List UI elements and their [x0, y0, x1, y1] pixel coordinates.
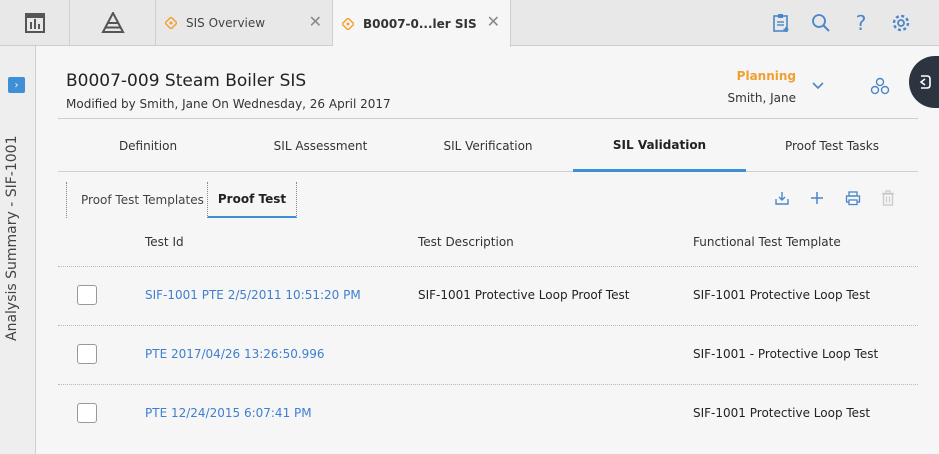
functional-test-template: SIF-1001 Protective Loop Test	[693, 406, 871, 420]
gear-icon[interactable]	[886, 8, 916, 38]
close-icon[interactable]: ✕	[487, 12, 500, 31]
diamond-icon	[341, 17, 355, 31]
functional-test-template: SIF-1001 Protective Loop Test	[693, 288, 871, 302]
test-id-link[interactable]: PTE 2017/04/26 13:26:50.996	[145, 347, 325, 361]
left-panel: › Analysis Summary - SIF-1001	[0, 46, 36, 454]
tab-label: B0007-0...ler SIS	[363, 16, 477, 31]
column-header-functional-test-template[interactable]: Functional Test Template	[693, 235, 841, 249]
close-icon[interactable]: ✕	[309, 12, 322, 31]
delete-icon[interactable]	[878, 188, 898, 208]
import-icon[interactable]	[772, 188, 792, 208]
tab-sil-validation[interactable]: SIL Validation	[573, 120, 746, 172]
row-checkbox[interactable]	[77, 344, 97, 364]
tab-boiler-sis[interactable]: B0007-0...ler SIS ✕	[333, 0, 511, 47]
pyramid-icon[interactable]	[70, 0, 156, 45]
subtab-proof-test[interactable]: Proof Test	[207, 182, 297, 218]
row-checkbox[interactable]	[77, 403, 97, 423]
help-icon[interactable]: ?	[846, 8, 876, 38]
search-icon[interactable]	[806, 8, 836, 38]
associations-icon[interactable]	[870, 77, 890, 95]
dashboard-icon[interactable]	[0, 0, 70, 45]
modified-info: Modified by Smith, Jane On Wednesday, 26…	[66, 97, 391, 111]
column-header-test-id[interactable]: Test Id	[145, 235, 184, 249]
table-row: PTE 12/24/2015 6:07:41 PM SIF-1001 Prote…	[58, 384, 918, 443]
subtab-proof-test-templates[interactable]: Proof Test Templates	[66, 182, 207, 218]
test-description: SIF-1001 Protective Loop Proof Test	[418, 288, 630, 302]
tab-label: SIS Overview	[186, 16, 266, 30]
state-label[interactable]: Planning	[737, 69, 796, 83]
arrow-icon	[919, 75, 931, 89]
table-row: PTE 2017/04/26 13:26:50.996 SIF-1001 - P…	[58, 325, 918, 384]
tab-sil-assessment[interactable]: SIL Assessment	[238, 120, 403, 172]
page-title: B0007-009 Steam Boiler SIS	[66, 71, 307, 91]
clipboard-icon[interactable]	[766, 8, 796, 38]
tab-sil-verification[interactable]: SIL Verification	[403, 120, 573, 172]
state-user: Smith, Jane	[727, 91, 796, 105]
add-icon[interactable]	[807, 188, 827, 208]
print-icon[interactable]	[843, 188, 863, 208]
test-id-link[interactable]: SIF-1001 PTE 2/5/2011 10:51:20 PM	[145, 288, 361, 302]
panel-toggle-icon[interactable]: ›	[8, 77, 25, 93]
side-panel-toggle[interactable]	[909, 56, 939, 108]
row-checkbox[interactable]	[77, 285, 97, 305]
chevron-down-icon[interactable]	[810, 78, 826, 94]
main-tabs: Definition SIL Assessment SIL Verificati…	[58, 120, 918, 172]
divider	[58, 118, 918, 119]
tab-proof-test-tasks[interactable]: Proof Test Tasks	[746, 120, 918, 172]
column-header-test-description[interactable]: Test Description	[418, 235, 514, 249]
tab-definition[interactable]: Definition	[58, 120, 238, 172]
test-id-link[interactable]: PTE 12/24/2015 6:07:41 PM	[145, 406, 312, 420]
analysis-summary-label[interactable]: Analysis Summary - SIF-1001	[4, 136, 26, 342]
tab-sis-overview[interactable]: SIS Overview ✕	[156, 0, 333, 46]
functional-test-template: SIF-1001 - Protective Loop Test	[693, 347, 879, 361]
top-bar: SIS Overview ✕ B0007-0...ler SIS ✕ ?	[0, 0, 939, 47]
table-row: SIF-1001 PTE 2/5/2011 10:51:20 PM SIF-10…	[58, 266, 918, 325]
diamond-icon	[164, 16, 178, 30]
